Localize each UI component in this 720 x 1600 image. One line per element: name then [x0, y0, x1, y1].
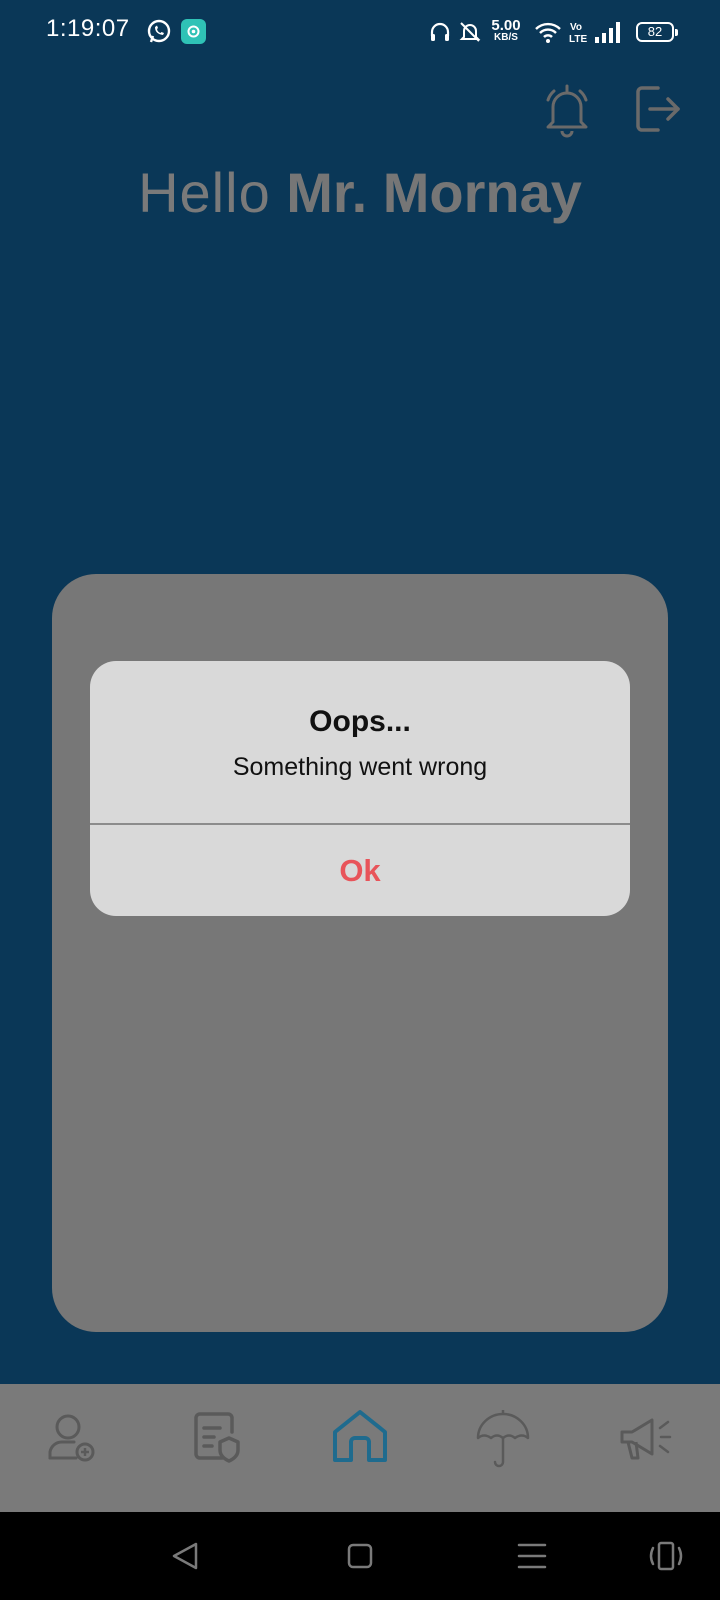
- svg-text:Vo: Vo: [570, 22, 582, 33]
- bell-muted-icon: [459, 22, 481, 42]
- logout-icon: [636, 86, 680, 132]
- megaphone-icon: [620, 1418, 672, 1460]
- dialog-message: Something went wrong: [232, 753, 488, 781]
- status-time: 1:19:07: [46, 15, 130, 42]
- policy-document-icon: [194, 1412, 240, 1463]
- tab-policies[interactable]: [182, 1402, 252, 1472]
- home-icon: [333, 1410, 387, 1462]
- system-navigation-bar: [0, 1512, 720, 1600]
- dialog-title: Oops...: [309, 705, 411, 738]
- svg-text:LTE: LTE: [569, 34, 587, 45]
- greeting-prefix: Hello: [138, 161, 271, 224]
- tab-announcements[interactable]: [612, 1402, 682, 1472]
- error-dialog: Oops... Something went wrong Ok: [90, 661, 630, 916]
- back-icon: [172, 1542, 198, 1570]
- recents-icon: [517, 1543, 547, 1569]
- bell-icon: [546, 84, 588, 138]
- greeting-name: Mr. Mornay: [286, 161, 582, 224]
- network-speed-value: 5.00: [491, 17, 521, 34]
- status-bar: 1:19:07 5.00 KB/S Vo LTE 82: [0, 0, 720, 64]
- tab-add-user[interactable]: [38, 1402, 108, 1472]
- system-home-button[interactable]: [338, 1534, 382, 1578]
- ok-button[interactable]: Ok: [90, 825, 630, 916]
- rotate-icon: [649, 1541, 683, 1571]
- umbrella-icon: [476, 1410, 530, 1468]
- notifications-button[interactable]: [542, 82, 592, 138]
- battery-icon: 82: [636, 22, 678, 42]
- whatsapp-icon: [147, 19, 171, 43]
- volte-icon: Vo LTE: [569, 22, 587, 45]
- home-square-icon: [347, 1543, 373, 1569]
- add-user-icon: [48, 1414, 95, 1462]
- tab-home[interactable]: [325, 1402, 395, 1472]
- system-back-button[interactable]: [164, 1534, 208, 1578]
- tab-insurance[interactable]: [468, 1402, 538, 1472]
- app-notification-icon: [181, 19, 206, 44]
- network-speed-unit: KB/S: [494, 32, 518, 43]
- signal-icon: [595, 22, 620, 43]
- system-rotate-button[interactable]: [644, 1534, 688, 1578]
- greeting-heading: Hello Mr. Mornay: [0, 160, 720, 225]
- headset-icon: [430, 22, 450, 41]
- network-speed: 5.00 KB/S: [486, 18, 526, 43]
- bottom-tab-bar: [0, 1384, 720, 1512]
- logout-button[interactable]: [634, 84, 684, 134]
- wifi-icon: [535, 22, 561, 43]
- system-recents-button[interactable]: [510, 1534, 554, 1578]
- battery-level: 82: [647, 24, 663, 39]
